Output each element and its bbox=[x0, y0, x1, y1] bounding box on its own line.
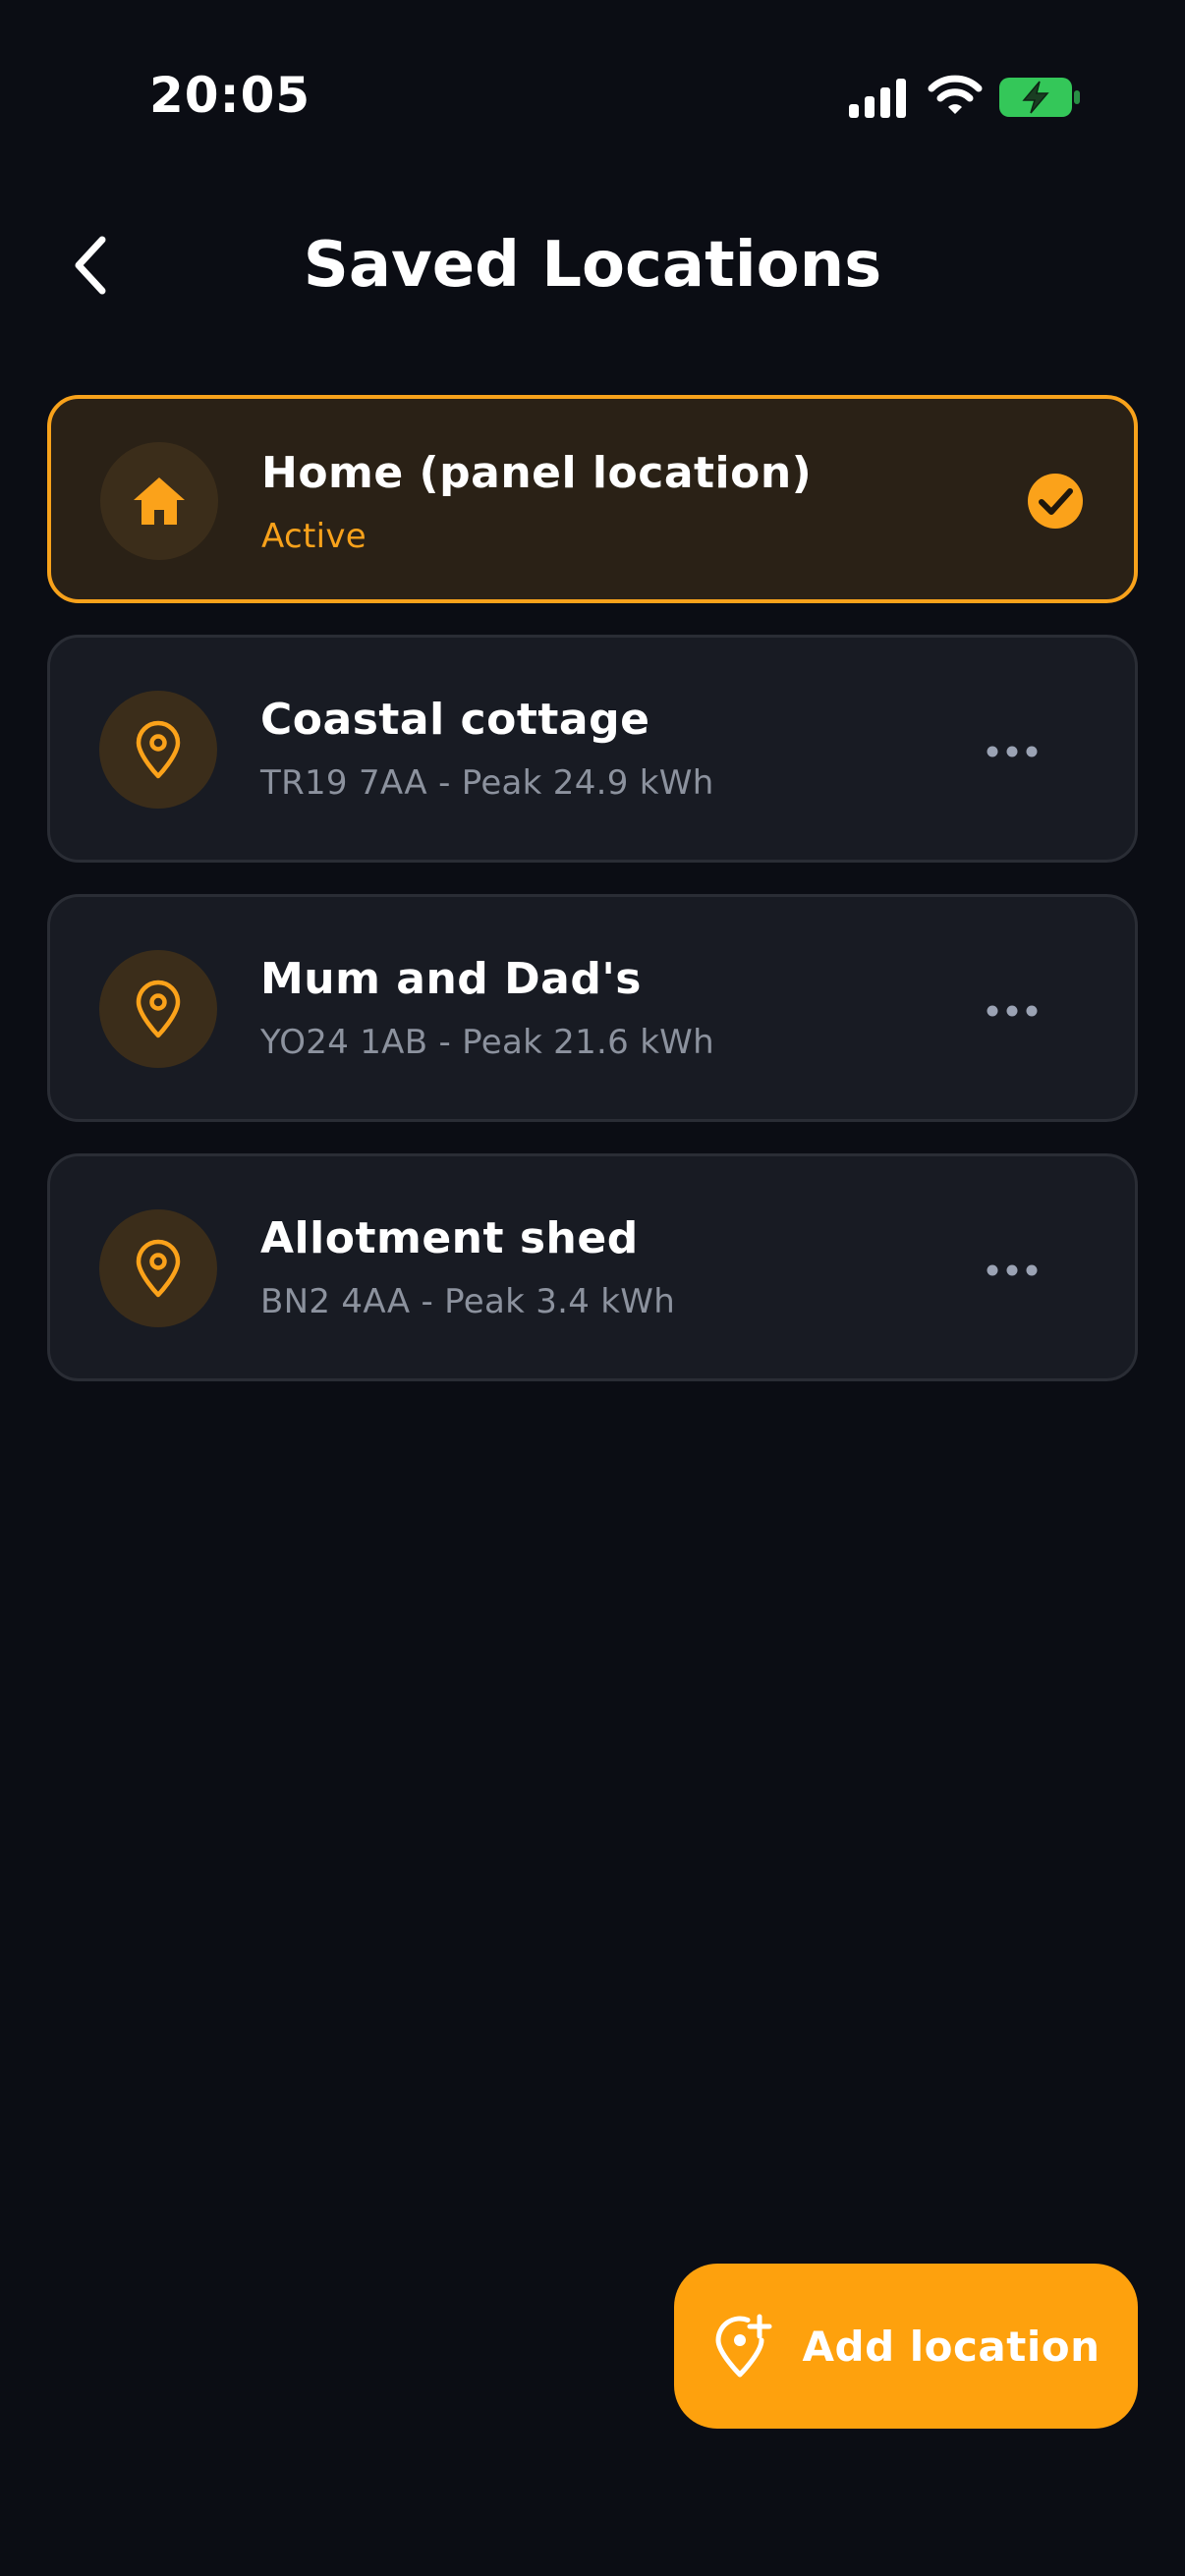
add-location-button[interactable]: Add location bbox=[674, 2264, 1138, 2429]
add-location-label: Add location bbox=[802, 2322, 1100, 2371]
header: Saved Locations bbox=[0, 196, 1185, 334]
location-card-home[interactable]: Home (panel location) Active bbox=[47, 395, 1138, 603]
location-icon-badge bbox=[99, 1209, 217, 1327]
location-details: YO24 1AB - Peak 21.6 kWh bbox=[260, 1023, 714, 1062]
location-details: TR19 7AA - Peak 24.9 kWh bbox=[260, 763, 714, 803]
page-title: Saved Locations bbox=[303, 229, 882, 302]
location-card-coastal-cottage[interactable]: Coastal cottage TR19 7AA - Peak 24.9 kWh bbox=[47, 635, 1138, 863]
location-card-allotment-shed[interactable]: Allotment shed BN2 4AA - Peak 3.4 kWh bbox=[47, 1153, 1138, 1381]
home-icon bbox=[134, 477, 185, 525]
battery-charging-icon bbox=[999, 78, 1080, 117]
more-horizontal-icon bbox=[987, 1264, 1038, 1276]
more-options-button[interactable] bbox=[968, 722, 1056, 781]
location-pin-icon bbox=[136, 980, 181, 1038]
home-icon-badge bbox=[100, 442, 218, 560]
cellular-signal-icon bbox=[849, 79, 906, 118]
location-title: Mum and Dad's bbox=[260, 954, 642, 1004]
location-card-mum-and-dads[interactable]: Mum and Dad's YO24 1AB - Peak 21.6 kWh bbox=[47, 894, 1138, 1122]
location-pin-icon bbox=[136, 1239, 181, 1298]
more-horizontal-icon bbox=[987, 1005, 1038, 1017]
check-circle-icon bbox=[1028, 474, 1083, 529]
location-icon-badge bbox=[99, 950, 217, 1068]
location-title: Allotment shed bbox=[260, 1213, 639, 1263]
status-bar: 20:05 bbox=[0, 0, 1185, 196]
location-details: BN2 4AA - Peak 3.4 kWh bbox=[260, 1282, 676, 1321]
location-title: Home (panel location) bbox=[261, 448, 813, 498]
add-location-icon bbox=[715, 2314, 771, 2378]
wifi-icon bbox=[928, 75, 983, 114]
location-icon-badge bbox=[99, 691, 217, 809]
location-pin-icon bbox=[136, 720, 181, 779]
more-options-button[interactable] bbox=[968, 1241, 1056, 1300]
more-options-button[interactable] bbox=[968, 981, 1056, 1040]
status-time: 20:05 bbox=[149, 67, 311, 124]
more-horizontal-icon bbox=[987, 746, 1038, 757]
location-status: Active bbox=[261, 517, 367, 556]
location-title: Coastal cottage bbox=[260, 695, 650, 745]
